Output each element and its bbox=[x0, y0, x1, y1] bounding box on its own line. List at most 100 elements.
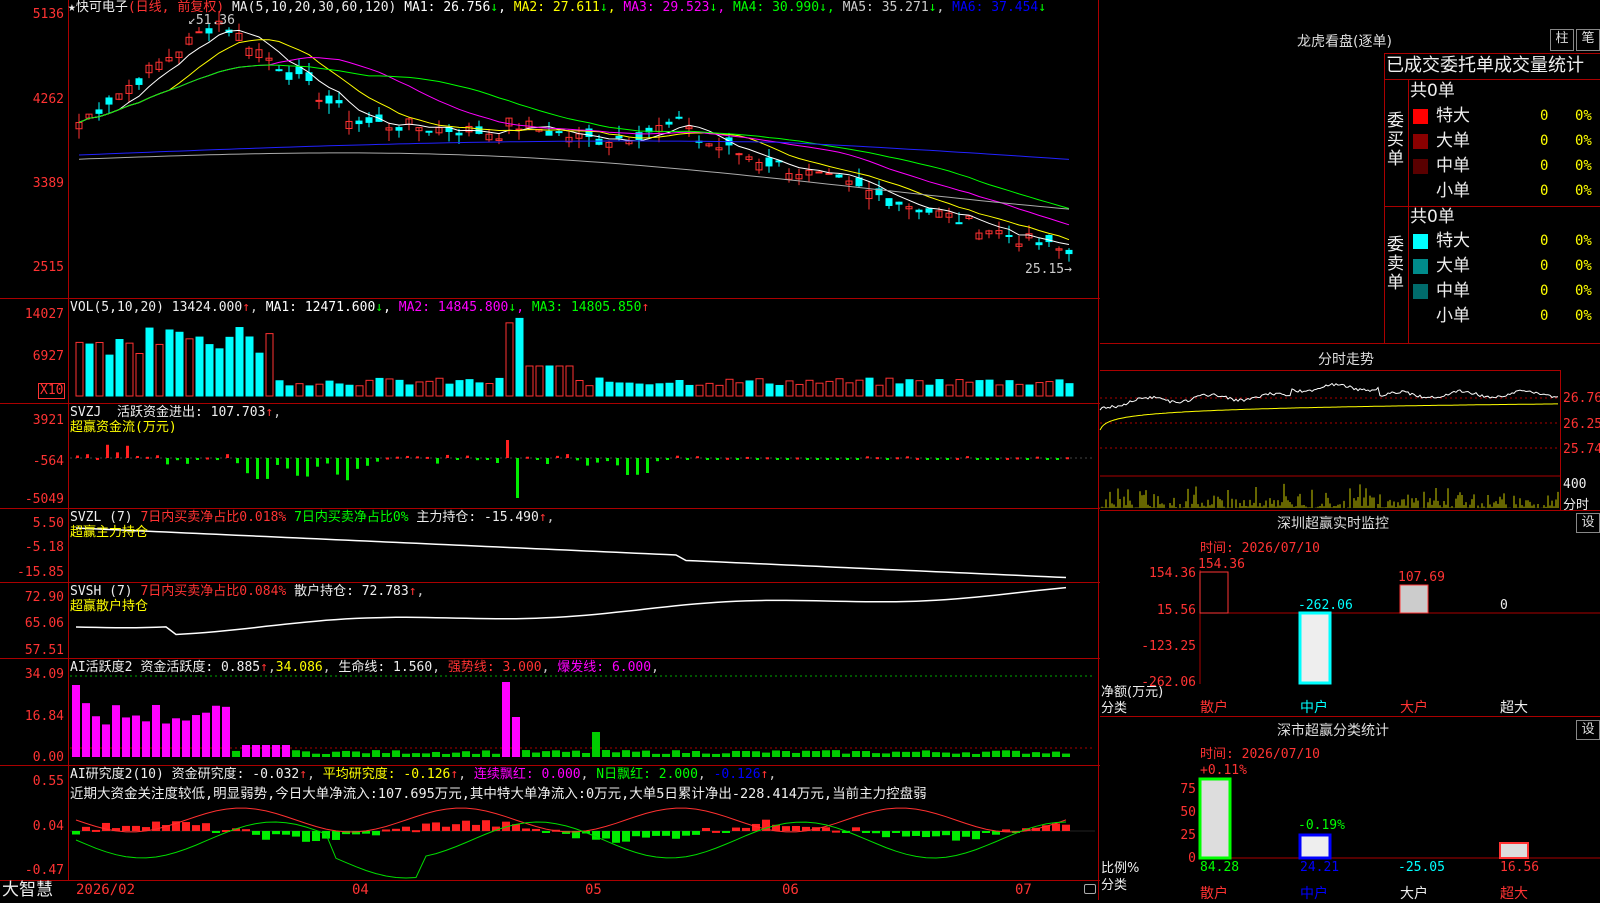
svzl-subtitle: 超赢主力持仓 bbox=[70, 525, 149, 540]
pen-mode-button[interactable]: 笔 bbox=[1576, 29, 1600, 51]
activity-bar bbox=[392, 750, 400, 757]
activity-bar bbox=[802, 750, 810, 757]
flow-bar bbox=[916, 457, 919, 460]
vol-bar bbox=[395, 379, 404, 397]
flow-bar bbox=[906, 456, 909, 459]
candle bbox=[335, 100, 343, 104]
activity-bar bbox=[1032, 752, 1040, 757]
candle bbox=[735, 153, 743, 156]
lhb-title: 龙虎看盘(逐单) bbox=[1297, 34, 1392, 50]
lock-icon[interactable] bbox=[1084, 884, 1096, 894]
flow-bar bbox=[1066, 457, 1069, 460]
sz-y-tick: 15.56 bbox=[1156, 603, 1196, 618]
vol-bar bbox=[1005, 380, 1014, 397]
activity-bar bbox=[892, 751, 900, 757]
main-ma-5: MA5: 35.271↓, bbox=[842, 0, 945, 15]
activity-bar bbox=[312, 753, 320, 757]
vol-bar bbox=[515, 317, 524, 397]
intraday-avg-line bbox=[1099, 403, 1558, 431]
main-ma-3: MA3: 29.523↓, bbox=[623, 0, 726, 15]
activity-bar bbox=[322, 753, 330, 757]
sz-settings-button[interactable]: 设 bbox=[1576, 513, 1600, 533]
flow-bar bbox=[446, 454, 449, 458]
research-bar bbox=[682, 831, 690, 836]
vol-bar bbox=[715, 384, 724, 397]
research-bar bbox=[662, 831, 670, 836]
vol-bar bbox=[645, 384, 654, 397]
research-bar bbox=[262, 831, 270, 840]
vol-bar bbox=[85, 343, 94, 397]
vol-bar bbox=[135, 352, 144, 397]
activity-bar bbox=[342, 750, 350, 757]
buy-row-pct: 0% bbox=[1575, 158, 1592, 174]
divider bbox=[1100, 510, 1600, 511]
ma1-line bbox=[78, 29, 1070, 245]
activity-bar bbox=[792, 752, 800, 757]
research-bar bbox=[122, 825, 130, 831]
research-bar bbox=[862, 831, 870, 833]
cls-value: 16.56 bbox=[1500, 860, 1540, 875]
activity-bar bbox=[362, 753, 370, 757]
buy-row-pct: 0% bbox=[1575, 183, 1592, 199]
activity-bar bbox=[532, 752, 540, 757]
sz-y-tick: 154.36 bbox=[1149, 566, 1196, 581]
activity-bar bbox=[942, 752, 950, 757]
vol-bar bbox=[925, 384, 934, 397]
vol-bar bbox=[1065, 383, 1074, 397]
activity-bar bbox=[332, 751, 340, 757]
svzj-subtitle: 超赢资金流(万元) bbox=[70, 420, 177, 435]
activity-bar bbox=[672, 750, 680, 757]
star-icon[interactable]: ★ bbox=[68, 0, 76, 15]
vol-bar bbox=[785, 380, 794, 397]
research-bar bbox=[522, 828, 530, 831]
research-bar bbox=[392, 828, 400, 831]
cls-settings-button[interactable]: 设 bbox=[1576, 720, 1600, 740]
vol-bar bbox=[465, 379, 474, 397]
flow-bar bbox=[156, 455, 159, 458]
activity-bar bbox=[682, 753, 690, 757]
flow-bar bbox=[636, 458, 639, 475]
vol-header: VOL(5,10,20) 13424.000↑, MA1: 12471.600↓… bbox=[70, 300, 650, 315]
candle bbox=[285, 72, 293, 80]
flow-bar bbox=[306, 458, 309, 477]
panel-divider bbox=[0, 403, 1100, 404]
flow-bar bbox=[326, 458, 329, 464]
activity-bar bbox=[212, 705, 220, 757]
vol-bar bbox=[425, 380, 434, 397]
sz-bar-value: 154.36 bbox=[1198, 557, 1245, 572]
candle bbox=[615, 135, 623, 139]
date-label: 05 bbox=[585, 882, 602, 898]
cls-y-tick: 25 bbox=[1180, 828, 1196, 843]
activity-bar bbox=[1062, 753, 1070, 757]
research-bar bbox=[82, 826, 90, 831]
buy-row-name: 特大 bbox=[1436, 106, 1470, 126]
vol-bar bbox=[995, 384, 1004, 397]
vol-bar bbox=[185, 338, 194, 397]
stock-name[interactable]: 快可电子 bbox=[76, 0, 128, 15]
flow-bar bbox=[856, 458, 859, 460]
bar-mode-button[interactable]: 柱 bbox=[1550, 29, 1574, 51]
research-bar bbox=[302, 831, 310, 842]
research-bar bbox=[672, 831, 680, 839]
candle bbox=[835, 174, 843, 178]
vol-unit-badge[interactable]: X10 bbox=[38, 383, 66, 399]
vol-bar bbox=[545, 365, 554, 397]
flow-bar bbox=[196, 458, 199, 460]
flow-bar bbox=[206, 457, 209, 460]
flow-bar bbox=[756, 458, 759, 460]
activity-bar bbox=[442, 753, 450, 757]
vol-bar bbox=[735, 382, 744, 397]
vol-bar bbox=[905, 379, 914, 397]
buy-swatch bbox=[1413, 109, 1428, 124]
main-ma-2: MA2: 27.611↓, bbox=[513, 0, 616, 15]
flow-bar bbox=[706, 458, 709, 460]
vol-bar bbox=[285, 385, 294, 397]
research-bar bbox=[1002, 829, 1010, 832]
svsh-subtitle: 超赢散户持仓 bbox=[70, 599, 149, 614]
vol-bar bbox=[265, 333, 274, 397]
cls-x-label: 分类 bbox=[1101, 878, 1128, 893]
vol-bar bbox=[435, 377, 444, 397]
vol-bar bbox=[335, 383, 344, 397]
research-bar bbox=[72, 831, 80, 835]
flow-bar bbox=[986, 458, 989, 460]
